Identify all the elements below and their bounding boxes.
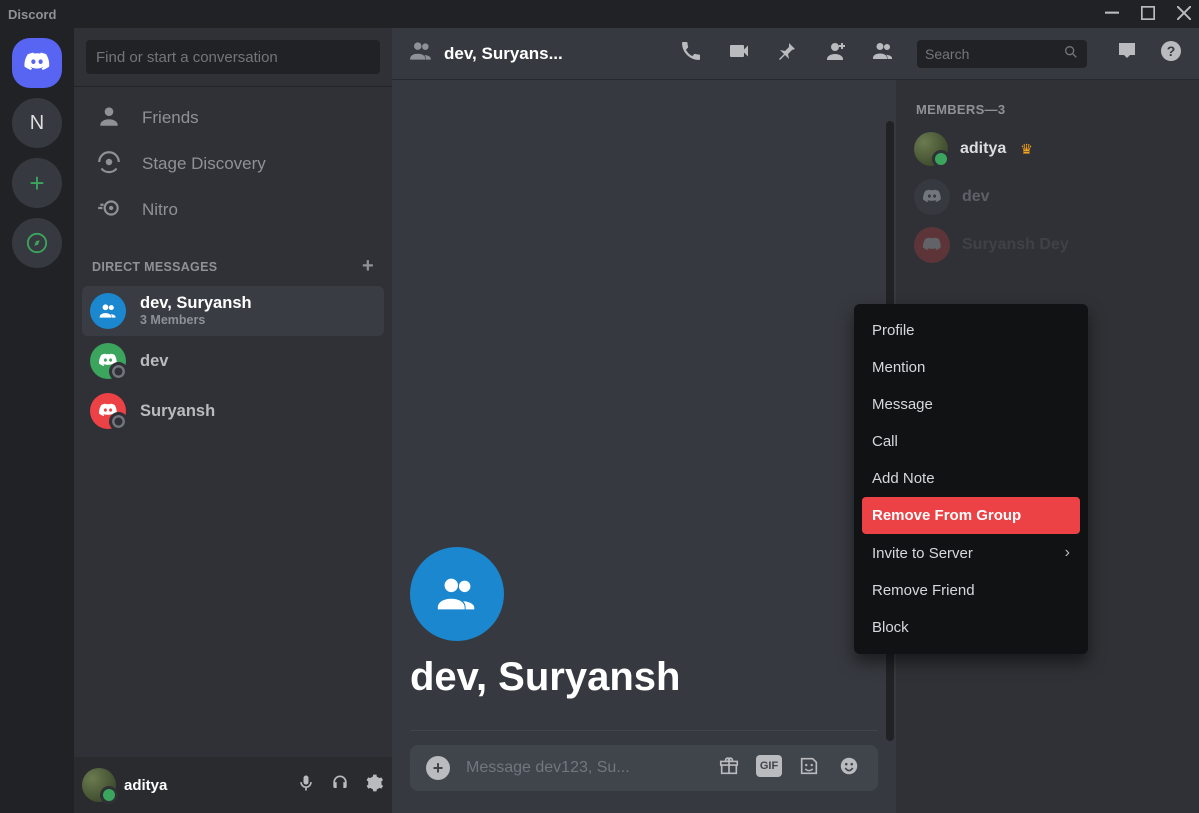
dm-item-dev[interactable]: dev xyxy=(82,336,384,386)
dm-heading: DIRECT MESSAGES + xyxy=(74,233,392,284)
explore-button[interactable] xyxy=(12,218,62,268)
minimize-icon[interactable] xyxy=(1105,6,1119,23)
home-button[interactable] xyxy=(12,38,62,88)
self-username: aditya xyxy=(124,777,167,794)
ctx-call[interactable]: Call xyxy=(862,423,1080,460)
server-list: N + xyxy=(0,28,74,813)
member-aditya[interactable]: aditya ♛ xyxy=(906,125,1189,173)
dm-sub: 3 Members xyxy=(140,313,252,327)
nav-stage[interactable]: Stage Discovery xyxy=(82,141,384,187)
member-dev[interactable]: dev xyxy=(906,173,1189,221)
deafen-icon[interactable] xyxy=(330,773,350,798)
ctx-profile[interactable]: Profile xyxy=(862,312,1080,349)
chat-area: dev, Suryansh + Message dev123, Su... GI… xyxy=(392,80,896,813)
channel-name[interactable]: dev, Suryans... xyxy=(444,44,563,64)
conversation-search[interactable] xyxy=(86,40,380,74)
group-icon xyxy=(90,293,126,329)
nav-nitro[interactable]: Nitro xyxy=(82,187,384,233)
composer-placeholder: Message dev123, Su... xyxy=(466,759,700,777)
pinned-messages-icon[interactable] xyxy=(775,39,799,68)
nav-friends[interactable]: Friends xyxy=(82,95,384,141)
avatar xyxy=(90,343,126,379)
help-icon[interactable]: ? xyxy=(1159,39,1183,68)
welcome-title: dev, Suryansh xyxy=(410,655,896,700)
message-composer[interactable]: + Message dev123, Su... GIF xyxy=(410,745,878,791)
ctx-mention[interactable]: Mention xyxy=(862,349,1080,386)
settings-icon[interactable] xyxy=(364,773,384,798)
maximize-icon[interactable] xyxy=(1141,6,1155,23)
mute-mic-icon[interactable] xyxy=(296,773,316,798)
start-video-call-icon[interactable] xyxy=(727,39,751,68)
sticker-icon[interactable] xyxy=(796,755,822,782)
member-context-menu: Profile Mention Message Call Add Note Re… xyxy=(854,304,1088,654)
add-server-button[interactable]: + xyxy=(12,158,62,208)
chevron-right-icon: › xyxy=(1065,544,1070,562)
start-voice-call-icon[interactable] xyxy=(679,39,703,68)
gif-button[interactable]: GIF xyxy=(756,755,782,777)
inbox-icon[interactable] xyxy=(1115,39,1139,68)
svg-text:?: ? xyxy=(1167,43,1176,59)
crown-icon: ♛ xyxy=(1020,141,1033,158)
self-avatar[interactable] xyxy=(82,768,116,802)
dm-item-group[interactable]: dev, Suryansh 3 Members xyxy=(82,286,384,336)
group-dm-icon xyxy=(408,38,434,69)
ctx-add-note[interactable]: Add Note xyxy=(862,460,1080,497)
welcome-avatar-icon xyxy=(410,547,504,641)
friends-icon xyxy=(96,103,122,134)
stage-icon xyxy=(96,149,122,180)
member-suryansh[interactable]: Suryansh Dey xyxy=(906,221,1189,269)
attach-button[interactable]: + xyxy=(426,756,450,780)
welcome-block: dev, Suryansh xyxy=(392,547,896,718)
topbar: dev, Suryans... Search ? xyxy=(392,28,1199,80)
avatar xyxy=(914,132,948,166)
avatar xyxy=(914,227,950,263)
main: dev, Suryans... Search ? xyxy=(392,28,1199,813)
gift-icon[interactable] xyxy=(716,755,742,782)
ctx-message[interactable]: Message xyxy=(862,386,1080,423)
close-icon[interactable] xyxy=(1177,6,1191,23)
server-n[interactable]: N xyxy=(12,98,62,148)
avatar xyxy=(914,179,950,215)
user-panel: aditya xyxy=(74,757,392,813)
nitro-icon xyxy=(96,195,122,226)
show-member-list-icon[interactable] xyxy=(871,39,895,68)
members-heading: MEMBERS—3 xyxy=(906,102,1189,125)
dm-sidebar: Friends Stage Discovery Nitro DIRECT MES… xyxy=(74,28,392,813)
ctx-block[interactable]: Block xyxy=(862,609,1080,646)
dm-title: dev, Suryansh xyxy=(140,294,252,313)
ctx-remove-from-group[interactable]: Remove From Group xyxy=(862,497,1080,534)
avatar xyxy=(90,393,126,429)
create-dm-button[interactable]: + xyxy=(362,255,374,278)
search-icon xyxy=(1063,44,1079,63)
divider xyxy=(410,730,878,731)
ctx-remove-friend[interactable]: Remove Friend xyxy=(862,572,1080,609)
emoji-icon[interactable] xyxy=(836,755,862,782)
search-input[interactable]: Search xyxy=(917,40,1087,68)
add-friends-icon[interactable] xyxy=(823,39,847,68)
ctx-invite-to-server[interactable]: Invite to Server › xyxy=(862,534,1080,572)
app-name: Discord xyxy=(8,7,56,22)
titlebar: Discord xyxy=(0,0,1199,28)
dm-item-suryansh[interactable]: Suryansh xyxy=(82,386,384,436)
